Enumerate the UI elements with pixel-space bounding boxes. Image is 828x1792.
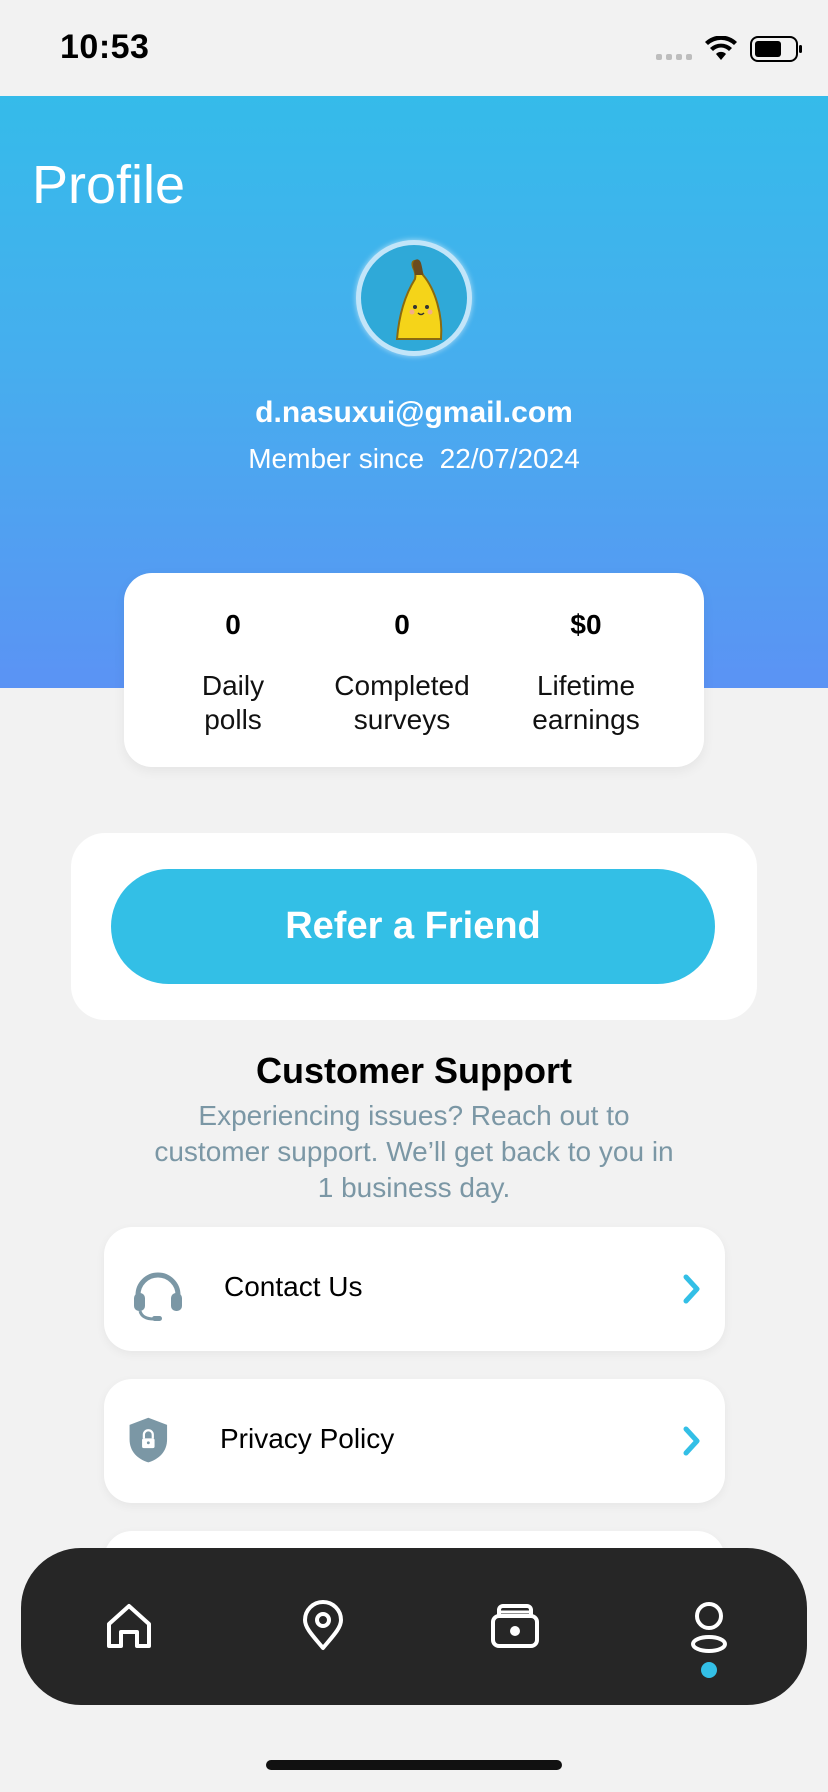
stat-completed-surveys: 0 Completed surveys bbox=[312, 609, 492, 737]
chevron-right-icon bbox=[683, 1274, 700, 1304]
privacy-policy-item[interactable]: Privacy Policy bbox=[104, 1379, 725, 1503]
refer-card: Refer a Friend bbox=[71, 833, 757, 1020]
stat-label: Completed surveys bbox=[334, 670, 470, 735]
home-icon[interactable] bbox=[101, 1598, 157, 1654]
home-indicator bbox=[266, 1760, 562, 1770]
status-icons bbox=[656, 34, 802, 64]
contact-us-label: Contact Us bbox=[224, 1271, 363, 1302]
status-bar: 10:53 bbox=[0, 0, 828, 96]
bottom-nav bbox=[21, 1548, 807, 1705]
stat-lifetime-earnings: $0 Lifetime earnings bbox=[496, 609, 676, 737]
status-time: 10:53 bbox=[60, 28, 150, 66]
contact-us-item[interactable]: Contact Us bbox=[104, 1227, 725, 1351]
wifi-icon bbox=[705, 36, 737, 60]
banana-avatar-icon bbox=[395, 259, 443, 340]
refer-a-friend-button[interactable]: Refer a Friend bbox=[111, 869, 715, 984]
stat-value: 0 bbox=[225, 609, 241, 640]
stat-label: Lifetime earnings bbox=[532, 670, 640, 735]
stat-daily-polls: 0 Daily polls bbox=[143, 609, 323, 737]
chevron-right-icon bbox=[683, 1426, 700, 1456]
stat-value: 0 bbox=[394, 609, 410, 640]
active-indicator bbox=[701, 1662, 717, 1678]
headset-icon bbox=[134, 1272, 182, 1321]
customer-support-description: Experiencing issues? Reach out to custom… bbox=[154, 1100, 674, 1203]
member-since: Member since 22/07/2024 bbox=[248, 443, 580, 474]
battery-icon bbox=[750, 36, 802, 62]
profile-icon[interactable] bbox=[681, 1598, 737, 1654]
wallet-icon[interactable] bbox=[487, 1598, 543, 1654]
privacy-policy-label: Privacy Policy bbox=[220, 1423, 395, 1454]
location-pin-icon[interactable] bbox=[295, 1598, 351, 1654]
customer-support-title: Customer Support bbox=[255, 1050, 572, 1091]
stats-card: 0 Daily polls 0 Completed surveys $0 Lif… bbox=[124, 573, 704, 767]
shield-lock-icon bbox=[129, 1417, 168, 1463]
page-title: Profile bbox=[32, 155, 186, 215]
user-email: d.nasuxui@gmail.com bbox=[255, 396, 573, 429]
avatar[interactable] bbox=[356, 240, 472, 356]
stat-value: $0 bbox=[570, 609, 602, 640]
cellular-signal-icon bbox=[656, 54, 692, 60]
stat-label: Daily polls bbox=[201, 670, 265, 735]
